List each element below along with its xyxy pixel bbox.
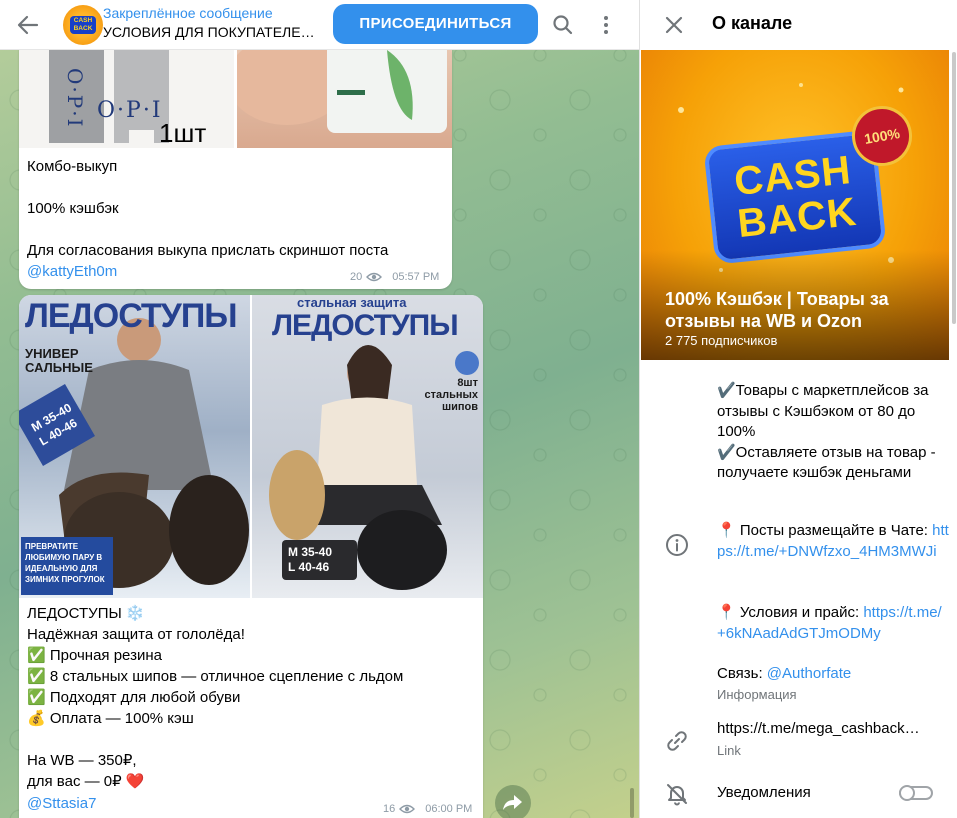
subscriber-count: 2 775 подписчиков <box>665 333 778 348</box>
forward-icon <box>503 795 522 810</box>
channel-description: ✔️Товары с маркетплейсов за отзывы с Кэш… <box>717 382 936 482</box>
close-icon <box>665 16 683 34</box>
channel-link[interactable]: https://t.me/mega_cashback… <box>717 720 942 737</box>
ice-cleats-photo-right[interactable]: стальная защита ЛЕДОСТУПЫ 8шт стальных ш… <box>252 295 483 598</box>
info-icon <box>664 532 690 558</box>
info-header: О канале <box>640 0 957 50</box>
cashback-logo-mini: CASH BACK <box>70 16 96 34</box>
search-button[interactable] <box>549 11 577 39</box>
join-button[interactable]: ПРИСОЕДИНИТЬСЯ <box>333 4 538 44</box>
right-image-top-label: стальная защита <box>297 295 407 310</box>
right-image-sizes: M 35-40 L 40-46 <box>288 545 333 574</box>
link-icon <box>664 728 690 754</box>
pinned-message-text[interactable]: УСЛОВИЯ ДЛЯ ПОКУПАТЕЛЕЙ ... <box>103 24 318 40</box>
eye-icon <box>366 272 383 282</box>
right-image-badge: 8шт стальных шипов <box>424 377 478 413</box>
back-button[interactable] <box>14 11 42 39</box>
ice-cleats-photo-left[interactable]: ЛЕДОСТУПЫ УНИВЕР САЛЬНЫЕ M 35-40 L 40-46… <box>19 295 250 598</box>
chat-header: CASH BACK Закреплённое сообщение УСЛОВИЯ … <box>0 0 639 50</box>
chat-pane: O·P·I O·P·I 1шт Комбо-выкуп 100% кэшбэк … <box>0 0 639 818</box>
views-count: 20 <box>350 271 363 283</box>
notifications-toggle[interactable] <box>899 785 933 801</box>
views-count: 16 <box>383 803 396 815</box>
channel-name: 100% Кэшбэк | Товары за отзывы на WB и O… <box>665 289 889 331</box>
channel-avatar-hero[interactable]: CASH BACK 100% 100% Кэшбэк | Товары за о… <box>641 50 949 360</box>
pinned-message-title[interactable]: Закреплённое сообщение <box>103 5 273 21</box>
rules-info: 📍 Условия и прайс: https://t.me/+6kNAadA… <box>717 603 949 644</box>
message-text: ЛЕДОСТУПЫ ❄️ Надёжная защита от гололёда… <box>27 605 404 790</box>
posts-prefix: 📍 Посты размещайте в Чате: <box>717 522 933 539</box>
image-count-label: 1шт <box>159 118 207 148</box>
skincare-photo[interactable] <box>237 40 452 148</box>
arrow-left-icon <box>17 15 39 35</box>
forward-button[interactable] <box>495 785 531 818</box>
nail-file-photo[interactable]: O·P·I O·P·I 1шт <box>19 40 234 148</box>
chat-scrollbar[interactable] <box>630 788 634 818</box>
message-meta: 20 05:57 PM <box>350 271 439 283</box>
contact-info: Связь: @Authorfate <box>717 664 851 684</box>
message-text: Комбо-выкуп 100% кэшбэк Для согласования… <box>27 158 389 259</box>
message-meta: 16 06:00 PM <box>383 803 472 815</box>
info-scrollbar[interactable] <box>952 52 956 324</box>
channel-info-pane: О канале CASH BACK 100% 100% Кэшбэк | То… <box>639 0 957 818</box>
close-button[interactable] <box>660 11 688 39</box>
bell-muted-icon <box>664 781 690 807</box>
more-options-button[interactable] <box>592 11 620 39</box>
pinned-message-thumbnail[interactable]: CASH BACK <box>63 5 103 45</box>
posts-info: 📍 Посты размещайте в Чате: https://t.me/… <box>717 521 949 562</box>
search-icon <box>553 15 573 35</box>
contact-link[interactable]: @Authorfate <box>767 665 851 682</box>
message-author-link[interactable]: @Sttasia7 <box>27 793 96 814</box>
notifications-label: Уведомления <box>717 784 811 801</box>
contact-caption: Информация <box>717 687 797 702</box>
channel-link-caption: Link <box>717 743 741 758</box>
message-time: 05:57 PM <box>392 271 440 283</box>
left-image-title: ЛЕДОСТУПЫ <box>25 297 238 335</box>
message-author-link[interactable]: @kattyEth0m <box>27 261 117 282</box>
rules-prefix: 📍 Условия и прайс: <box>717 604 864 621</box>
nail-file-brand: O·P·I <box>63 68 87 129</box>
more-vertical-icon <box>604 16 608 34</box>
left-image-promo: ПРЕВРАТИТЕ ЛЮБИМУЮ ПАРУ В ИДЕАЛЬНУЮ ДЛЯ … <box>25 542 105 584</box>
left-image-subtitle: УНИВЕР САЛЬНЫЕ <box>25 346 93 375</box>
message-time: 06:00 PM <box>425 803 473 815</box>
right-image-title: ЛЕДОСТУПЫ <box>272 309 459 342</box>
contact-prefix: Связь: <box>717 665 767 682</box>
message-bubble[interactable]: ЛЕДОСТУПЫ УНИВЕР САЛЬНЫЕ M 35-40 L 40-46… <box>19 295 483 818</box>
message-bubble[interactable]: O·P·I O·P·I 1шт Комбо-выкуп 100% кэшбэк … <box>19 40 452 289</box>
info-title: О канале <box>712 13 793 33</box>
nail-file-brand-2: O·P·I <box>97 98 163 123</box>
eye-icon <box>399 804 416 814</box>
